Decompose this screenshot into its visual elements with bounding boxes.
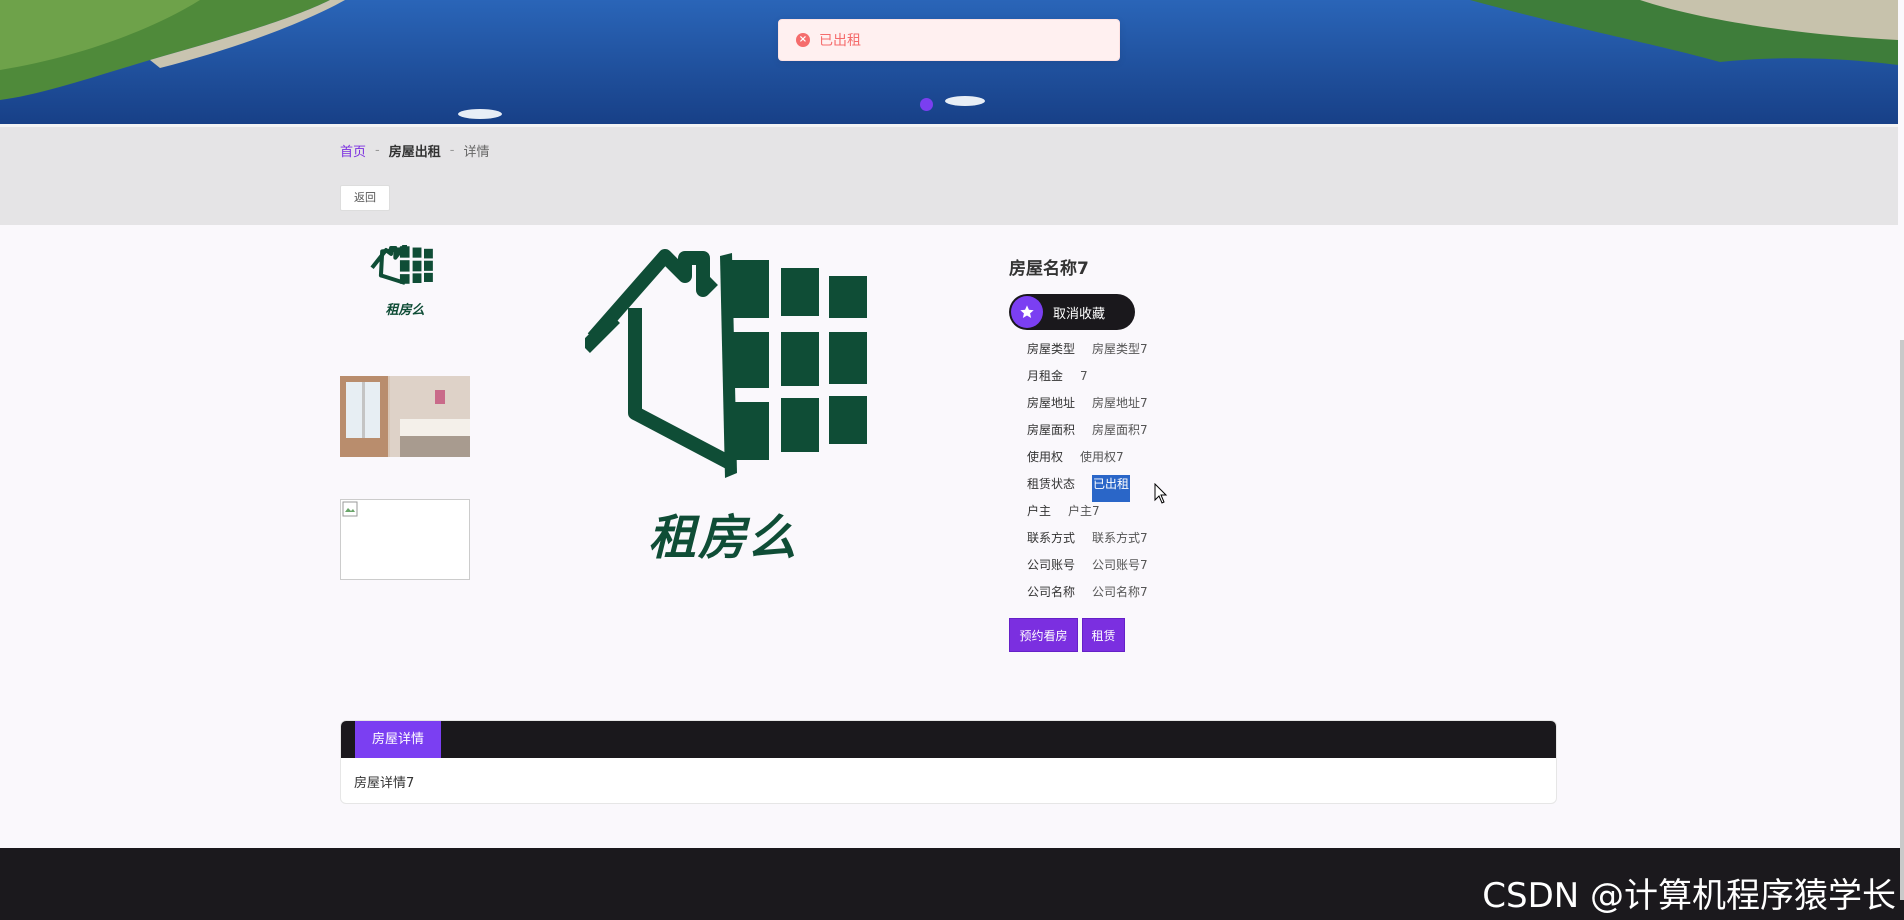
toast-message: 已出租 bbox=[819, 33, 861, 49]
info-row-usage-right: 使用权 使用权7 bbox=[1027, 448, 1148, 475]
info-value: 公司名称7 bbox=[1092, 585, 1148, 599]
thumbnail-logo-text: 租房么 bbox=[385, 303, 425, 318]
thumbnail-logo[interactable]: 租房么 bbox=[340, 245, 470, 326]
bedroom-image bbox=[340, 376, 470, 457]
info-value: 使用权7 bbox=[1080, 450, 1124, 464]
carousel-indicator[interactable] bbox=[920, 98, 933, 111]
details-tab-bar: 房屋详情 bbox=[341, 721, 1556, 758]
breadcrumb-home-link[interactable]: 首页 bbox=[340, 141, 366, 160]
info-row-rental-status: 租赁状态 已出租 bbox=[1027, 475, 1148, 502]
info-key: 公司账号 bbox=[1027, 558, 1076, 572]
thumbnail-bedroom-photo[interactable] bbox=[340, 376, 470, 457]
breadcrumb-band bbox=[0, 127, 1898, 225]
info-value: 房屋类型7 bbox=[1092, 342, 1148, 356]
house-details-content: 房屋详情7 bbox=[354, 776, 415, 791]
breadcrumb-separator: - bbox=[375, 143, 380, 158]
info-value: 公司账号7 bbox=[1092, 558, 1148, 572]
info-value: 房屋面积7 bbox=[1092, 423, 1148, 437]
house-info-list: 房屋类型 房屋类型7 月租金 7 房屋地址 房屋地址7 房屋面积 房屋面积7 使… bbox=[1027, 340, 1148, 610]
tab-house-details[interactable]: 房屋详情 bbox=[355, 721, 442, 758]
info-key: 使用权 bbox=[1027, 450, 1064, 464]
info-key: 联系方式 bbox=[1027, 531, 1076, 545]
breadcrumb: 首页 - 房屋出租 - 详情 bbox=[340, 141, 489, 160]
house-title: 房屋名称7 bbox=[1009, 259, 1089, 279]
info-key: 公司名称 bbox=[1027, 585, 1076, 599]
breadcrumb-current: 详情 bbox=[463, 145, 490, 160]
info-key: 房屋类型 bbox=[1027, 342, 1076, 356]
info-value: 7 bbox=[1080, 369, 1088, 383]
info-row-address: 房屋地址 房屋地址7 bbox=[1027, 394, 1148, 421]
info-key: 房屋面积 bbox=[1027, 423, 1076, 437]
main-house-image: 租房么 bbox=[580, 248, 885, 568]
book-viewing-button[interactable]: 预约看房 bbox=[1009, 618, 1078, 652]
broken-image-icon bbox=[342, 501, 358, 517]
error-icon: × bbox=[796, 33, 810, 47]
breadcrumb-section-link[interactable]: 房屋出租 bbox=[389, 141, 441, 160]
unfavorite-label: 取消收藏 bbox=[1053, 306, 1106, 322]
unfavorite-button[interactable]: 取消收藏 bbox=[1009, 294, 1135, 330]
star-icon bbox=[1011, 296, 1043, 328]
rental-status-value: 已出租 bbox=[1092, 475, 1131, 502]
mouse-cursor-icon bbox=[1154, 483, 1168, 504]
status-toast: × 已出租 bbox=[778, 19, 1120, 61]
info-key: 房屋地址 bbox=[1027, 396, 1076, 410]
info-row-area: 房屋面积 房屋面积7 bbox=[1027, 421, 1148, 448]
info-value: 房屋地址7 bbox=[1092, 396, 1148, 410]
vertical-scrollbar[interactable] bbox=[1900, 340, 1904, 900]
info-row-owner: 户主 户主7 bbox=[1027, 502, 1148, 529]
rent-button[interactable]: 租赁 bbox=[1082, 618, 1125, 652]
logo-text: 租房么 bbox=[648, 510, 799, 566]
house-details-panel: 房屋详情 房屋详情7 bbox=[340, 720, 1557, 804]
info-key: 租赁状态 bbox=[1027, 477, 1076, 491]
watermark-text: CSDN @计算机程序猿学长 bbox=[1482, 876, 1896, 916]
info-value: 联系方式7 bbox=[1092, 531, 1148, 545]
info-row-company-account: 公司账号 公司账号7 bbox=[1027, 556, 1148, 583]
info-row-rent: 月租金 7 bbox=[1027, 367, 1148, 394]
back-button[interactable]: 返回 bbox=[340, 185, 390, 211]
info-row-contact: 联系方式 联系方式7 bbox=[1027, 529, 1148, 556]
info-value: 户主7 bbox=[1068, 504, 1100, 518]
info-row-company-name: 公司名称 公司名称7 bbox=[1027, 583, 1148, 610]
info-key: 月租金 bbox=[1027, 369, 1064, 383]
breadcrumb-separator: - bbox=[449, 143, 455, 158]
info-row-type: 房屋类型 房屋类型7 bbox=[1027, 340, 1148, 367]
thumbnail-broken-image[interactable] bbox=[340, 499, 470, 580]
info-key: 户主 bbox=[1027, 504, 1052, 518]
